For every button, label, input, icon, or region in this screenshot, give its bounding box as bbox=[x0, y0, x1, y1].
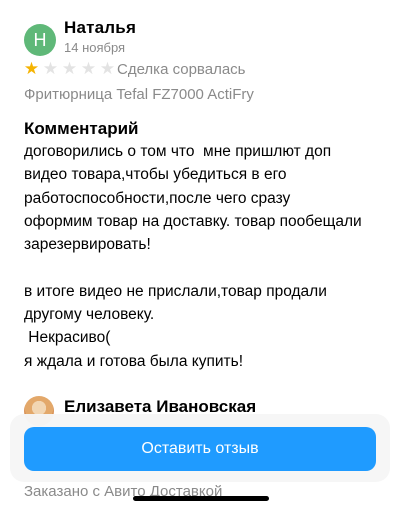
author-name[interactable]: Наталья bbox=[64, 18, 136, 38]
comment-line: Некрасиво( bbox=[24, 329, 111, 347]
comment-line: работоспособности,после чего сразу bbox=[24, 189, 291, 207]
rating-stars: ★ ★ ★ ★ ★ bbox=[22, 59, 117, 79]
comment-line: оформим товар на доставку. товар пообеща… bbox=[24, 212, 362, 230]
comment-line: другому человеку. bbox=[24, 306, 155, 324]
product-name: Фритюрница Tefal FZ7000 ActiFry bbox=[24, 86, 254, 103]
leave-review-button[interactable]: Оставить отзыв bbox=[24, 427, 376, 471]
comment-line: я ждала и готова была купить! bbox=[24, 352, 244, 370]
star-empty-icon: ★ bbox=[61, 59, 78, 78]
star-empty-icon: ★ bbox=[42, 59, 59, 78]
comment-line: видео товара,чтобы убедиться в его bbox=[24, 166, 287, 184]
home-indicator[interactable] bbox=[133, 496, 269, 501]
deal-status: Сделка сорвалась bbox=[117, 61, 246, 78]
review-date: 14 ноября bbox=[64, 40, 126, 55]
comment-line bbox=[24, 256, 394, 279]
comment-text: договорились о том что мне пришлют доп в… bbox=[24, 140, 394, 373]
star-empty-icon: ★ bbox=[80, 59, 97, 78]
comment-line: зарезервировать! bbox=[24, 236, 151, 254]
star-empty-icon: ★ bbox=[99, 59, 116, 78]
comment-title: Комментарий bbox=[24, 119, 139, 138]
comment-line: договорились о том что мне пришлют доп bbox=[24, 143, 332, 160]
star-filled-icon: ★ bbox=[23, 59, 40, 78]
comment-line: в итоге видео не прислали,товар продали bbox=[24, 282, 327, 300]
avatar[interactable]: Н bbox=[24, 24, 56, 56]
action-panel: Оставить отзыв bbox=[10, 414, 390, 482]
